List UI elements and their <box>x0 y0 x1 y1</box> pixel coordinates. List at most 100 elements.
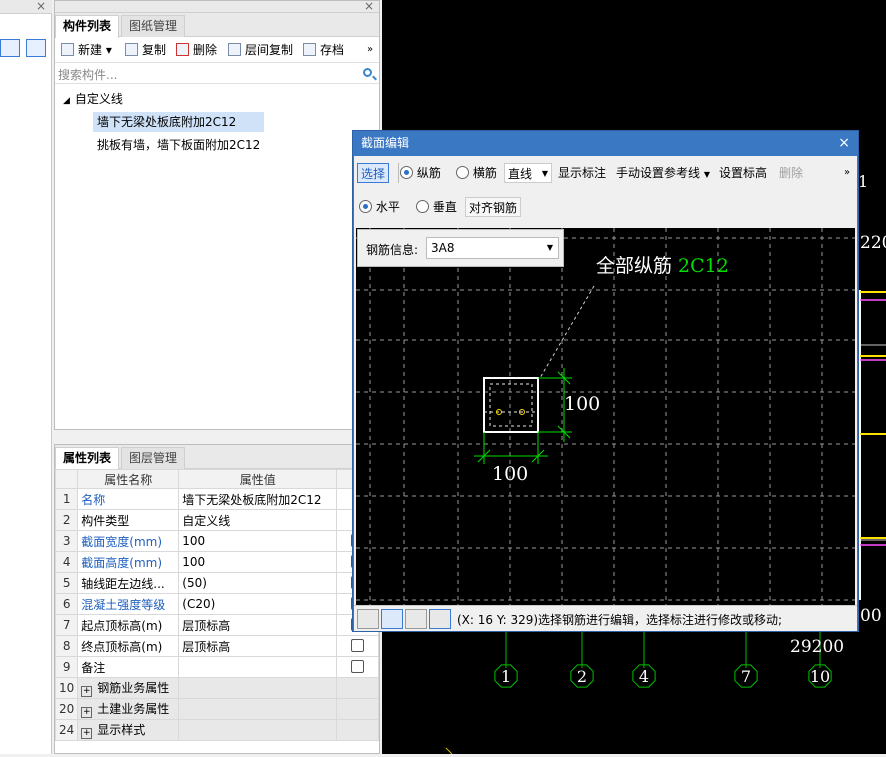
property-row[interactable]: 20 + 土建业务属性 <box>54 698 379 720</box>
expand-icon[interactable]: + <box>81 707 93 718</box>
property-value[interactable]: 100 <box>178 530 338 552</box>
property-value[interactable]: (C20) <box>178 593 338 615</box>
row-number: 24 <box>54 719 79 741</box>
panel-header: × <box>55 0 379 13</box>
component-tabs: 构件列表 图纸管理 <box>55 13 379 38</box>
toolbar-more-button[interactable]: » <box>844 163 850 183</box>
radio-icon <box>456 166 469 179</box>
close-icon[interactable]: × <box>838 131 850 156</box>
expand-icon[interactable]: + <box>81 728 93 739</box>
checkbox[interactable] <box>351 660 365 673</box>
checkbox[interactable] <box>351 639 365 652</box>
close-icon[interactable]: × <box>36 0 46 13</box>
property-row[interactable]: 2 构件类型 自定义线 <box>54 509 379 531</box>
rebar-annotation[interactable]: 全部纵筋 2C12 <box>596 251 729 278</box>
perpendicular-snap-icon[interactable] <box>405 609 427 629</box>
delete-button[interactable]: 删除 <box>779 163 803 183</box>
property-name: 轴线距左边线... <box>77 572 180 594</box>
column-header-name: 属性名称 <box>77 469 180 489</box>
dialog-titlebar[interactable]: 截面编辑 × <box>353 131 858 156</box>
property-value <box>178 677 338 699</box>
select-button[interactable]: 选择 <box>357 163 390 183</box>
tab-drawing-manage[interactable]: 图纸管理 <box>121 15 186 37</box>
set-elevation-button[interactable]: 设置标高 <box>719 163 767 183</box>
vertical-radio[interactable]: 垂直 <box>416 197 457 217</box>
component-toolbar: 新建 ▾ 复制 删除 层间复制 存档 » <box>55 37 379 63</box>
search-icon[interactable] <box>363 68 372 77</box>
new-button[interactable]: 新建 ▾ <box>61 41 112 59</box>
axis-label: 7 <box>741 667 751 686</box>
axis-label: 1 <box>858 172 869 191</box>
property-group[interactable]: + 显示样式 <box>77 719 180 741</box>
horizontal-radio[interactable]: 水平 <box>359 197 400 217</box>
copy-button[interactable]: 复制 <box>125 41 166 59</box>
row-number: 10 <box>54 677 79 699</box>
rebar-info-select[interactable]: 3A8 ▼ <box>426 237 559 259</box>
property-value <box>178 719 338 741</box>
left-panel-header: × <box>0 0 52 14</box>
search-input[interactable]: 搜索构件... <box>55 64 379 84</box>
property-attach[interactable] <box>336 635 379 657</box>
diagonal-snap-icon[interactable] <box>381 609 403 629</box>
row-number: 1 <box>54 488 79 510</box>
transverse-radio[interactable]: 横筋 <box>456 163 497 183</box>
dimension-snap-icon[interactable] <box>429 609 451 629</box>
property-name: 截面高度(mm) <box>77 551 180 573</box>
toolbar-more-button[interactable]: » <box>367 41 373 59</box>
grid-view-icon[interactable] <box>26 39 46 57</box>
axis-label: 10 <box>810 667 830 686</box>
delete-button[interactable]: 删除 <box>176 41 217 59</box>
section-canvas[interactable]: 钢筋信息: 3A8 ▼ 全部纵筋 2C12 100 100 <box>356 228 855 605</box>
column-header-value: 属性值 <box>178 469 338 489</box>
tab-property-list[interactable]: 属性列表 <box>55 447 120 470</box>
property-row[interactable]: 24 + 显示样式 <box>54 719 379 741</box>
property-value[interactable]: 层顶标高 <box>178 614 338 636</box>
longitudinal-radio[interactable]: 纵筋 <box>400 163 441 183</box>
manual-ref-button[interactable]: 手动设置参考线 ▼ <box>616 163 710 183</box>
component-list-panel: × 构件列表 图纸管理 新建 ▾ 复制 删除 层间复制 存档 » 搜索构件...… <box>54 0 380 430</box>
floor-copy-button[interactable]: 层间复制 <box>228 41 293 59</box>
tab-component-list[interactable]: 构件列表 <box>55 15 120 38</box>
property-row[interactable]: 10 + 钢筋业务属性 <box>54 677 379 699</box>
property-row[interactable]: 5 轴线距左边线... (50) <box>54 572 379 594</box>
property-value[interactable]: (50) <box>178 572 338 594</box>
property-value[interactable]: 层顶标高 <box>178 635 338 657</box>
dialog-body: 选择 纵筋 横筋 直线 ▼ 显示标注 手动设置参考线 ▼ 设置标高 删除 » 水平… <box>354 156 857 631</box>
property-group[interactable]: + 土建业务属性 <box>77 698 180 720</box>
show-label-button[interactable]: 显示标注 <box>558 163 606 183</box>
property-row[interactable]: 1 名称 墙下无梁处板底附加2C12 <box>54 488 379 510</box>
collapse-icon[interactable]: ◢ <box>63 96 70 106</box>
property-value <box>178 698 338 720</box>
close-icon[interactable]: × <box>364 0 374 13</box>
left-panel-strip: × <box>0 0 52 754</box>
property-row[interactable]: 6 混凝土强度等级 (C20) <box>54 593 379 615</box>
property-value[interactable]: 墙下无梁处板底附加2C12 <box>178 488 338 510</box>
archive-icon <box>303 43 316 56</box>
property-value[interactable]: 自定义线 <box>178 509 338 531</box>
property-group[interactable]: + 钢筋业务属性 <box>77 677 180 699</box>
property-name: 备注 <box>77 656 180 678</box>
property-row[interactable]: 3 截面宽度(mm) 100 <box>54 530 379 552</box>
width-dimension[interactable]: 100 <box>492 463 528 485</box>
property-row[interactable]: 4 截面高度(mm) 100 <box>54 551 379 573</box>
property-row[interactable]: 8 终点顶标高(m) 层顶标高 <box>54 635 379 657</box>
tree-item-selected[interactable]: 墙下无梁处板底附加2C12 <box>93 112 264 132</box>
tree-item[interactable]: 挑板有墙，墙下板面附加2C12 <box>97 135 260 155</box>
line-mode-select[interactable]: 直线 ▼ <box>504 163 552 183</box>
property-row[interactable]: 9 备注 <box>54 656 379 678</box>
tab-layer-manage[interactable]: 图层管理 <box>121 447 186 469</box>
archive-button[interactable]: 存档 <box>303 41 344 59</box>
property-name: 起点顶标高(m) <box>77 614 180 636</box>
row-number: 5 <box>54 572 79 594</box>
property-value[interactable] <box>178 656 338 678</box>
height-dimension[interactable]: 100 <box>564 393 600 415</box>
section-drawing <box>356 228 855 605</box>
property-attach[interactable] <box>336 656 379 678</box>
tree-root[interactable]: ◢ 自定义线 <box>63 89 123 109</box>
list-view-icon[interactable] <box>0 39 20 57</box>
property-row[interactable]: 7 起点顶标高(m) 层顶标高 <box>54 614 379 636</box>
align-rebar-button[interactable]: 对齐钢筋 <box>465 197 522 217</box>
property-value[interactable]: 100 <box>178 551 338 573</box>
angle-snap-icon[interactable] <box>357 609 379 629</box>
expand-icon[interactable]: + <box>81 686 93 697</box>
